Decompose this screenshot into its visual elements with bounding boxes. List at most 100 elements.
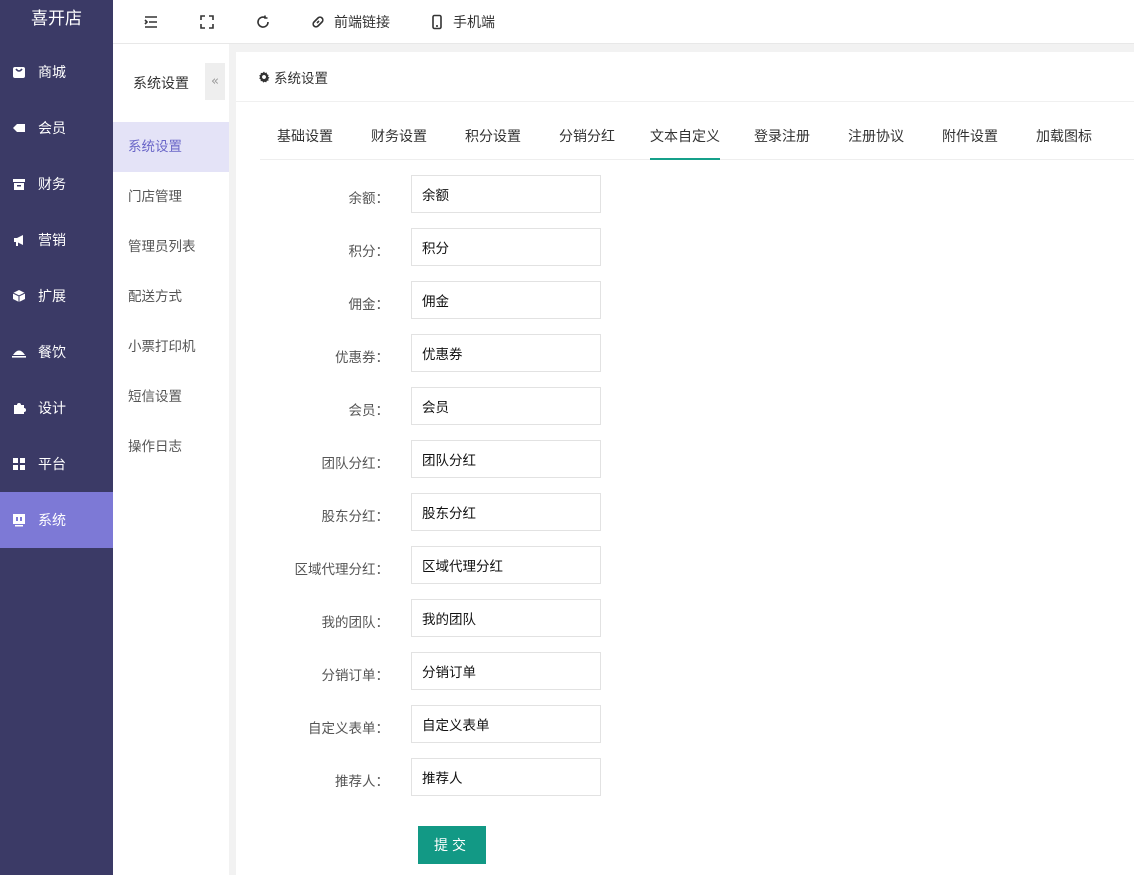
form-row-points: 积分： [236, 228, 656, 281]
subnav-item-receipt-printer[interactable]: 小票打印机 [113, 322, 229, 372]
subnav-item-admin-list[interactable]: 管理员列表 [113, 222, 229, 272]
subnav-item-system-settings[interactable]: 系统设置 [113, 122, 229, 172]
sub-sidebar-title: 系统设置 [133, 76, 189, 92]
fullscreen-icon [200, 14, 214, 29]
shareholder-dividend-input[interactable] [411, 493, 601, 531]
form-row-commission: 佣金： [236, 281, 656, 334]
sub-sidebar: 系统设置 « 系统设置 门店管理 管理员列表 配送方式 小票打印机 短信设置 操… [113, 44, 229, 875]
top-toolbar: 前端链接 手机端 [113, 0, 1134, 44]
gear-icon [259, 71, 270, 83]
coupon-input[interactable] [411, 334, 601, 372]
custom-form-input[interactable] [411, 705, 601, 743]
subnav-item-sms-settings[interactable]: 短信设置 [113, 372, 229, 422]
shop-icon [12, 65, 26, 79]
sub-sidebar-header: 系统设置 « [113, 44, 229, 122]
commission-input[interactable] [411, 281, 601, 319]
tab-points[interactable]: 积分设置 [465, 118, 521, 160]
refresh-icon [257, 15, 269, 28]
dish-icon [12, 345, 26, 359]
field-label: 佣金： [348, 297, 390, 313]
mobile-icon [432, 14, 442, 29]
form-row-referrer: 推荐人： [236, 758, 656, 811]
field-label: 团队分红： [321, 456, 390, 472]
grid-icon [12, 457, 26, 471]
main-content: 系统设置 基础设置 财务设置 积分设置 分销分红 文本自定义 登录注册 注册协议… [236, 52, 1134, 875]
submit-button[interactable]: 提交 [418, 826, 486, 864]
sidebar-item-marketing[interactable]: 营销 [0, 212, 113, 268]
field-label: 我的团队： [321, 615, 390, 631]
megaphone-icon [12, 233, 26, 247]
field-label: 推荐人： [335, 774, 389, 790]
tab-login-register[interactable]: 登录注册 [754, 118, 810, 160]
cube-icon [12, 289, 26, 303]
tag-icon [12, 121, 26, 135]
sidebar-item-label: 营销 [38, 233, 66, 249]
fullscreen-button[interactable] [199, 14, 215, 30]
form-row-coupon: 优惠券： [236, 334, 656, 387]
main-sidebar: 喜开店 商城 会员 财务 营销 扩展 餐饮 设计 平台 系统 [0, 0, 113, 875]
subnav-item-delivery[interactable]: 配送方式 [113, 272, 229, 322]
form-row-distribution-orders: 分销订单： [236, 652, 656, 705]
sidebar-item-label: 平台 [38, 457, 66, 473]
frontend-link-button[interactable]: 前端链接 [310, 12, 390, 32]
sidebar-item-finance[interactable]: 财务 [0, 156, 113, 212]
sidebar-item-label: 会员 [38, 121, 66, 137]
system-icon [12, 513, 26, 527]
sidebar-item-member[interactable]: 会员 [0, 100, 113, 156]
puzzle-icon [12, 401, 26, 415]
field-label: 分销订单： [321, 668, 390, 684]
sidebar-item-shop[interactable]: 商城 [0, 44, 113, 100]
sidebar-item-label: 设计 [38, 401, 66, 417]
field-label: 股东分红： [321, 509, 390, 525]
regional-agent-dividend-input[interactable] [411, 546, 601, 584]
tab-basic[interactable]: 基础设置 [277, 118, 333, 160]
sidebar-item-label: 财务 [38, 177, 66, 193]
tab-text-custom[interactable]: 文本自定义 [650, 118, 720, 160]
sidebar-item-catering[interactable]: 餐饮 [0, 324, 113, 380]
member-input[interactable] [411, 387, 601, 425]
form-row-shareholder-dividend: 股东分红： [236, 493, 656, 546]
mobile-label: 手机端 [453, 14, 495, 31]
refresh-button[interactable] [255, 14, 271, 30]
sidebar-item-label: 系统 [38, 513, 66, 529]
tab-loading-icon[interactable]: 加载图标 [1036, 118, 1092, 160]
form-row-team-dividend: 团队分红： [236, 440, 656, 493]
subnav-item-operation-log[interactable]: 操作日志 [113, 422, 229, 472]
tab-attachment[interactable]: 附件设置 [942, 118, 998, 160]
tab-finance[interactable]: 财务设置 [371, 118, 427, 160]
breadcrumb-text: 系统设置 [274, 70, 328, 87]
sidebar-item-extension[interactable]: 扩展 [0, 268, 113, 324]
my-team-input[interactable] [411, 599, 601, 637]
sidebar-item-label: 餐饮 [38, 345, 66, 361]
form-row-balance: 余额： [236, 175, 656, 228]
field-label: 余额： [348, 191, 390, 207]
referrer-input[interactable] [411, 758, 601, 796]
field-label: 区域代理分红： [294, 562, 390, 578]
tab-bar: 基础设置 财务设置 积分设置 分销分红 文本自定义 登录注册 注册协议 附件设置… [260, 118, 1134, 160]
balance-input[interactable] [411, 175, 601, 213]
team-dividend-input[interactable] [411, 440, 601, 478]
field-label: 自定义表单： [308, 721, 389, 737]
subnav-item-store-management[interactable]: 门店管理 [113, 172, 229, 222]
tab-register-agreement[interactable]: 注册协议 [848, 118, 904, 160]
field-label: 积分： [348, 244, 390, 260]
text-custom-form: 余额： 积分： 佣金： 优惠券： 会员： 团队分红： 股东分红： 区域代理分红 [236, 175, 656, 811]
frontend-link-label: 前端链接 [334, 14, 390, 31]
field-label: 会员： [348, 403, 390, 419]
sidebar-item-system[interactable]: 系统 [0, 492, 113, 548]
sidebar-item-label: 扩展 [38, 289, 66, 305]
mobile-button[interactable]: 手机端 [429, 12, 495, 32]
indent-icon [144, 15, 157, 28]
link-icon [312, 15, 324, 28]
app-logo: 喜开店 [0, 0, 113, 44]
menu-toggle-button[interactable] [143, 14, 159, 30]
sidebar-item-design[interactable]: 设计 [0, 380, 113, 436]
breadcrumb: 系统设置 [236, 52, 1134, 102]
distribution-orders-input[interactable] [411, 652, 601, 690]
form-row-custom-form: 自定义表单： [236, 705, 656, 758]
form-row-member: 会员： [236, 387, 656, 440]
tab-distribution[interactable]: 分销分红 [559, 118, 615, 160]
sidebar-item-platform[interactable]: 平台 [0, 436, 113, 492]
collapse-button[interactable]: « [205, 63, 225, 100]
points-input[interactable] [411, 228, 601, 266]
